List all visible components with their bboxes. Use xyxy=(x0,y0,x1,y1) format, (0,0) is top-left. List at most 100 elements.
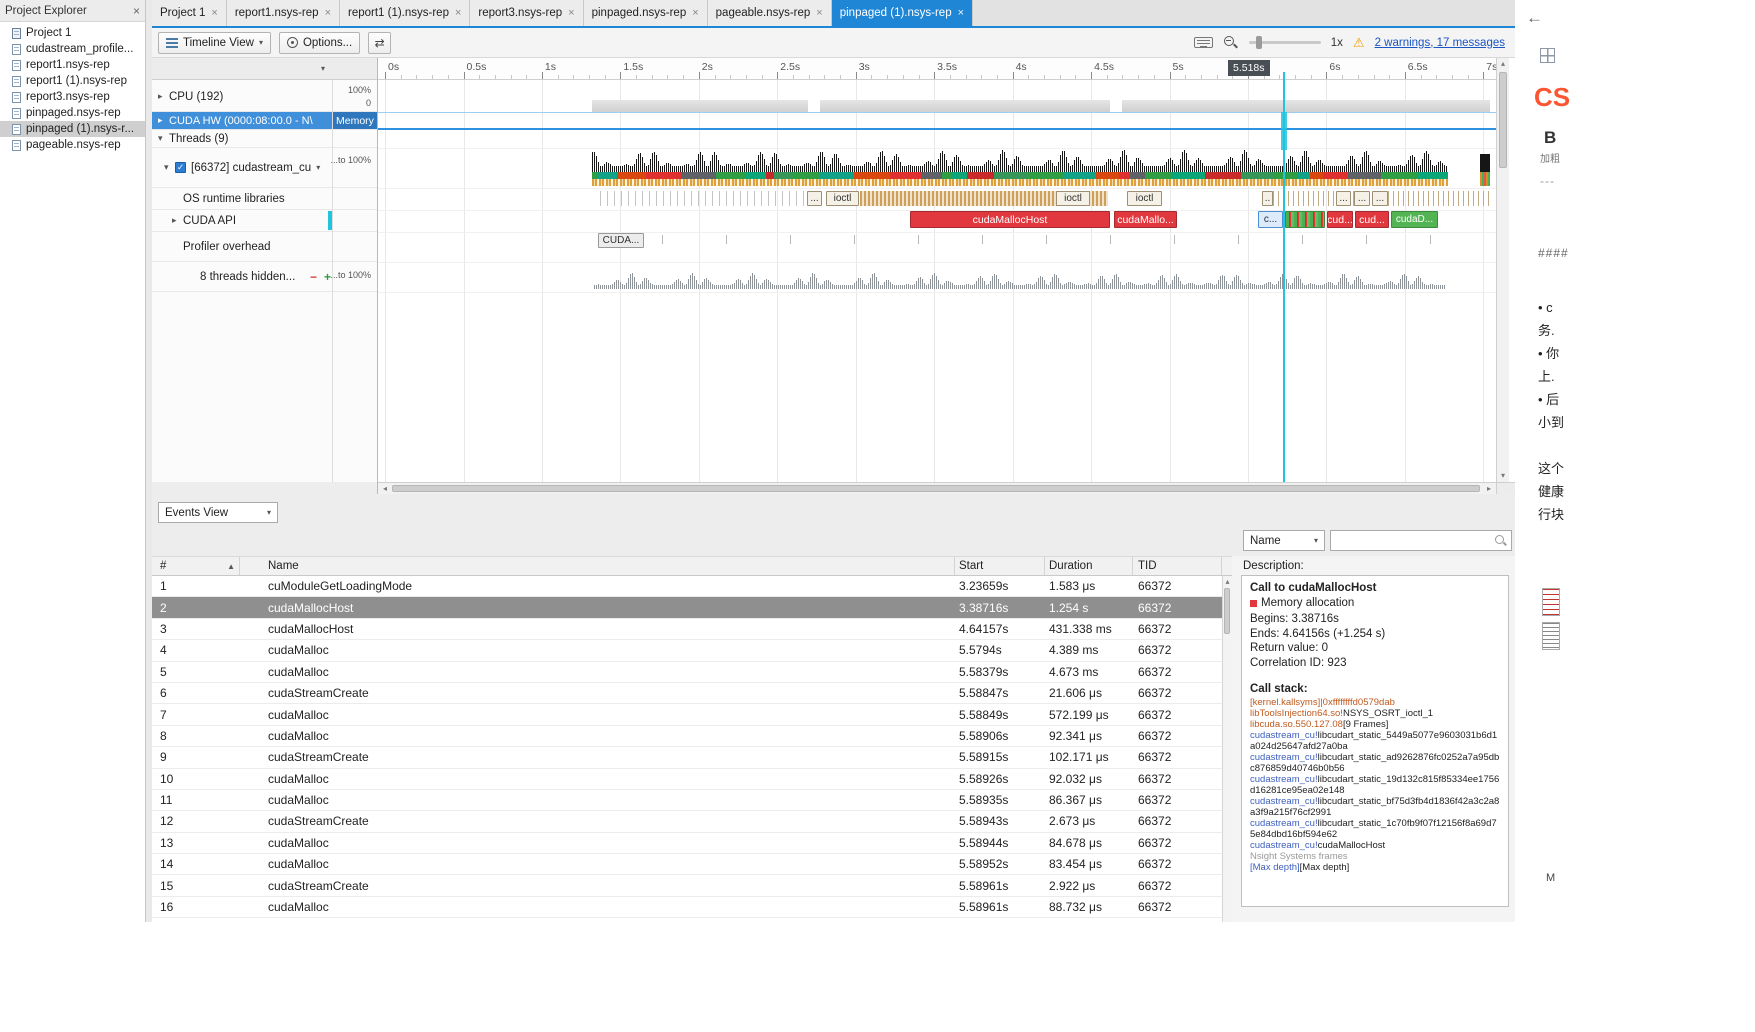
table-scrollbar[interactable]: ▴ xyxy=(1222,576,1232,922)
table-row-9[interactable]: 9 cudaStreamCreate 5.58915s 102.171 μs 66372 xyxy=(152,747,1232,769)
explorer-item-pinpaged-nsys-rep[interactable]: pinpaged.nsys-rep xyxy=(0,105,145,121)
call-stack-frame[interactable]: cudastream_cu!cudaMallocHost xyxy=(1250,840,1500,851)
call-stack-frame[interactable]: [Max depth][Max depth] xyxy=(1250,862,1500,873)
table-row-4[interactable]: 4 cudaMalloc 5.5794s 4.389 ms 66372 xyxy=(152,640,1232,662)
row-label-os-runtime[interactable]: OS runtime libraries xyxy=(152,188,377,210)
tab-pinpaged-nsys-rep[interactable]: pinpaged.nsys-rep × xyxy=(583,0,708,26)
column-header-num[interactable]: # ▲ xyxy=(152,557,240,575)
timeline-event-[interactable]: ... xyxy=(1354,191,1370,206)
timeline-vertical-scrollbar[interactable]: ▴ ▾ xyxy=(1496,58,1509,482)
swap-rows-button[interactable]: ⇄ xyxy=(368,31,392,54)
table-row-15[interactable]: 15 cudaStreamCreate 5.58961s 2.922 μs 66372 xyxy=(152,875,1232,897)
scroll-up-icon[interactable]: ▴ xyxy=(1497,59,1509,69)
explorer-item-project-1[interactable]: Project 1 xyxy=(0,25,145,41)
timeline-event-c[interactable]: c... xyxy=(1258,211,1283,228)
timeline-event-ioctl[interactable]: ioctl xyxy=(1056,191,1090,206)
table-scroll-thumb[interactable] xyxy=(1224,588,1230,634)
remove-icon[interactable]: − xyxy=(310,270,317,284)
row-label-cuda-hw[interactable]: ▸ CUDA HW (0000:08:00.0 - N\ Memory xyxy=(152,112,377,130)
tab-close-icon[interactable]: × xyxy=(568,7,574,19)
call-stack-frame[interactable]: cudastream_cu!libcudart_static_bf75d3fb4… xyxy=(1250,796,1500,818)
scroll-left-icon[interactable]: ◂ xyxy=(380,483,390,494)
view-mode-dropdown[interactable]: Timeline View ▾ xyxy=(158,31,271,54)
table-row-5[interactable]: 5 cudaMalloc 5.58379s 4.673 ms 66372 xyxy=(152,661,1232,683)
zoom-slider[interactable] xyxy=(1248,36,1321,49)
tab-close-icon[interactable]: × xyxy=(455,7,461,19)
keyboard-shortcuts-icon[interactable] xyxy=(1193,37,1213,48)
column-header-duration[interactable]: Duration xyxy=(1045,557,1133,575)
memory-sublabel[interactable]: Memory xyxy=(332,112,377,129)
timeline-event-ioctl[interactable]: ioctl xyxy=(1127,191,1162,206)
table-row-11[interactable]: 11 cudaMalloc 5.58935s 86.367 μs 66372 xyxy=(152,789,1232,812)
filter-field-dropdown[interactable]: Name ▾ xyxy=(1243,530,1325,551)
zoom-out-icon[interactable] xyxy=(1223,35,1239,51)
back-arrow-icon[interactable]: ← xyxy=(1526,8,1543,28)
timeline-canvas[interactable]: ... ioctl ioctl ioctl........... cudaMalloc… xyxy=(378,58,1496,482)
tab-close-icon[interactable]: × xyxy=(692,7,698,19)
tab-project-1[interactable]: Project 1 × xyxy=(152,0,227,26)
table-row-12[interactable]: 12 cudaStreamCreate 5.58943s 2.673 μs 66372 xyxy=(152,811,1232,833)
row-label-threads[interactable]: ▾ Threads (9) xyxy=(152,130,377,148)
row-label-hidden-threads[interactable]: 8 threads hidden... − + ...to 100% xyxy=(152,262,377,292)
scroll-up-icon[interactable]: ▴ xyxy=(1223,577,1232,587)
explorer-item-cudastream-profile[interactable]: cudastream_profile... xyxy=(0,41,145,57)
timeline-event-ioctl[interactable]: ioctl xyxy=(826,191,859,206)
call-stack-frame[interactable]: libcuda.so.550.127.08[9 Frames] xyxy=(1250,719,1500,730)
tab-close-icon[interactable]: × xyxy=(958,7,964,19)
timeline-event-cudamallo[interactable]: cudaMallo... xyxy=(1114,211,1177,228)
scroll-down-icon[interactable]: ▾ xyxy=(1497,471,1509,481)
chevron-down-icon[interactable]: ▾ xyxy=(316,163,320,172)
row-label-cpu[interactable]: ▸ CPU (192) 100% 0 xyxy=(152,82,377,112)
table-row-10[interactable]: 10 cudaMalloc 5.58926s 92.032 μs 66372 xyxy=(152,768,1232,790)
tab-pageable-nsys-rep[interactable]: pageable.nsys-rep × xyxy=(707,0,832,26)
warnings-messages-link[interactable]: 2 warnings, 17 messages xyxy=(1375,37,1505,49)
table-row-1[interactable]: 1 cuModuleGetLoadingMode 3.23659s 1.583 μs 6… xyxy=(152,576,1232,598)
row-label-cuda-api[interactable]: ▸ CUDA API xyxy=(152,210,377,232)
table-row-8[interactable]: 8 cudaMalloc 5.58906s 92.341 μs 66372 xyxy=(152,725,1232,748)
timeline-horizontal-scrollbar[interactable]: ◂ ▸ xyxy=(378,482,1496,494)
search-icon[interactable] xyxy=(1494,534,1508,548)
tab-report1-1-nsys-rep[interactable]: report1 (1).nsys-rep × xyxy=(340,0,471,26)
expand-icon[interactable]: ▸ xyxy=(172,215,183,226)
timeline-event-[interactable]: .. xyxy=(1262,191,1273,206)
expand-icon[interactable]: ▸ xyxy=(158,115,169,126)
tab-report3-nsys-rep[interactable]: report3.nsys-rep × xyxy=(470,0,584,26)
table-row-3[interactable]: 3 cudaMallocHost 4.64157s 431.338 ms 66372 xyxy=(152,618,1232,641)
timeline-event-[interactable]: ... xyxy=(1336,191,1351,206)
page-thumbnail[interactable] xyxy=(1542,622,1560,650)
call-stack-frame[interactable]: cudastream_cu!libcudart_static_ad9262876… xyxy=(1250,752,1500,774)
tab-report1-nsys-rep[interactable]: report1.nsys-rep × xyxy=(226,0,340,26)
explorer-item-report1-1-nsys-rep[interactable]: report1 (1).nsys-rep xyxy=(0,73,145,89)
call-stack-frame[interactable]: cudastream_cu!libcudart_static_5449a5077… xyxy=(1250,730,1500,752)
timeline-event-[interactable]: ... xyxy=(1372,191,1388,206)
zoom-slider-thumb[interactable] xyxy=(1255,36,1262,49)
expand-icon[interactable]: ▸ xyxy=(158,91,169,102)
timeline-event-cud[interactable]: cud... xyxy=(1355,211,1389,228)
call-stack-frame[interactable]: cudastream_cu!libcudart_static_19d132c81… xyxy=(1250,774,1500,796)
timeline-event[interactable] xyxy=(1285,211,1325,228)
row-label-profiler-overhead[interactable]: Profiler overhead xyxy=(152,232,377,262)
collapse-icon[interactable]: ▾ xyxy=(164,162,175,173)
scroll-right-icon[interactable]: ▸ xyxy=(1484,483,1494,494)
timeline-event-cudad[interactable]: cudaD... xyxy=(1391,211,1438,228)
timeline-event-cuda[interactable]: CUDA... xyxy=(598,233,644,248)
call-stack-frame[interactable]: Nsight Systems frames xyxy=(1250,851,1500,862)
explorer-item-report3-nsys-rep[interactable]: report3.nsys-rep xyxy=(0,89,145,105)
explorer-item-pinpaged-1-nsys-r[interactable]: pinpaged (1).nsys-r... xyxy=(0,121,145,137)
tab-close-icon[interactable]: × xyxy=(325,7,331,19)
call-stack-frame[interactable]: libToolsInjection64.so!NSYS_OSRT_ioctl_1 xyxy=(1250,708,1500,719)
thread-checkbox[interactable]: ✓ xyxy=(175,162,186,173)
vscroll-thumb[interactable] xyxy=(1499,72,1507,168)
table-row-14[interactable]: 14 cudaMalloc 5.58952s 83.454 μs 66372 xyxy=(152,854,1232,876)
table-row-7[interactable]: 7 cudaMalloc 5.58849s 572.199 μs 66372 xyxy=(152,704,1232,726)
table-row-2[interactable]: 2 cudaMallocHost 3.38716s 1.254 s 66372 xyxy=(152,597,1232,619)
options-button[interactable]: Options... xyxy=(278,31,361,54)
hscroll-thumb[interactable] xyxy=(392,485,1480,492)
tab-pinpaged-1-nsys-rep[interactable]: pinpaged (1).nsys-rep × xyxy=(831,0,974,26)
column-header-name[interactable]: Name xyxy=(240,557,955,575)
call-stack-frame[interactable]: [kernel.kallsyms]|0xffffffffd0579dab xyxy=(1250,697,1500,708)
chevron-down-icon[interactable]: ▾ xyxy=(321,64,325,73)
events-view-dropdown[interactable]: Events View ▾ xyxy=(158,502,278,523)
row-label-thread-66372[interactable]: ▾ ✓ [66372] cudastream_cu ▾ ...to 100% xyxy=(152,148,377,188)
search-input[interactable] xyxy=(1331,531,1511,550)
